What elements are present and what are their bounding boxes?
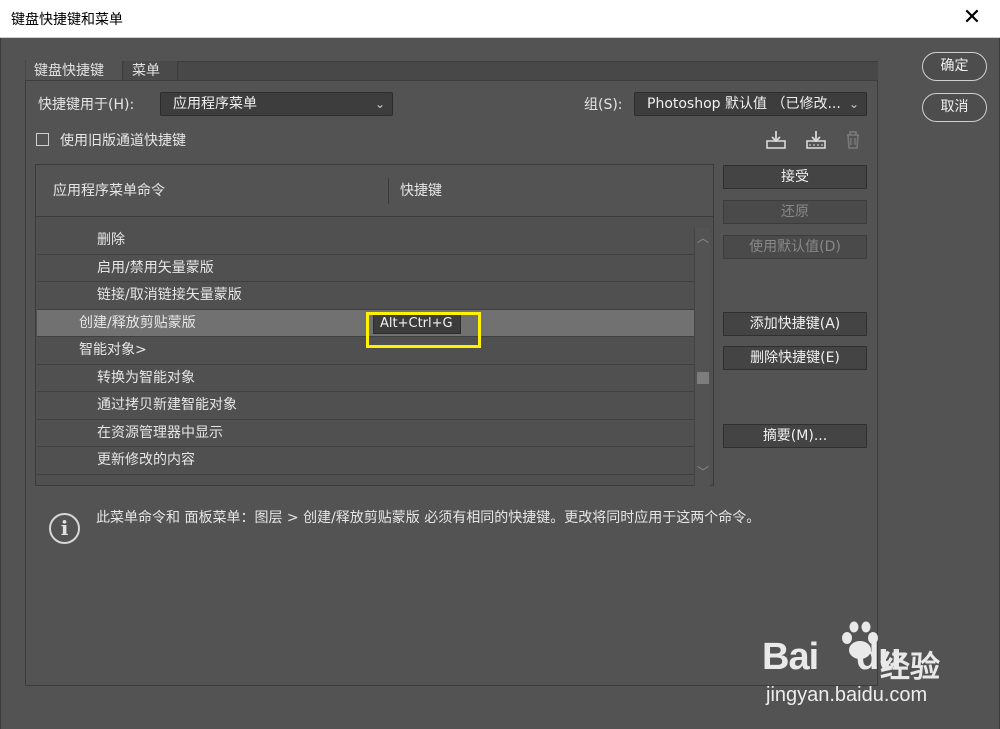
- trash-icon[interactable]: [841, 128, 865, 152]
- delete-shortcut-button[interactable]: 删除快捷键(E): [723, 346, 867, 370]
- tab-keyboard-shortcuts[interactable]: 键盘快捷键: [26, 61, 123, 81]
- table-row[interactable]: 更新修改的内容: [37, 447, 694, 475]
- use-default-button[interactable]: 使用默认值(D): [723, 235, 867, 259]
- scroll-thumb[interactable]: [697, 372, 709, 384]
- table-row[interactable]: 删除: [37, 227, 694, 255]
- info-icon: i: [49, 513, 80, 544]
- row-command: 在资源管理器中显示: [97, 424, 223, 441]
- row-command: 链接/取消链接矢量蒙版: [97, 287, 242, 303]
- shortcut-highlight-annotation: [366, 312, 481, 348]
- column-header-shortcut: 快捷键: [400, 183, 442, 199]
- shortcuts-for-label: 快捷键用于(H):: [38, 97, 135, 113]
- baidu-jingyan-watermark: Bai du 经验 jingyan.baidu.com: [762, 618, 992, 718]
- scroll-down-icon[interactable]: ﹀: [695, 466, 711, 478]
- row-command: 创建/释放剪贴蒙版: [79, 314, 196, 331]
- scroll-up-icon[interactable]: ︿: [695, 232, 711, 244]
- shortcuts-for-value: 应用程序菜单: [173, 96, 257, 112]
- legacy-channel-checkbox[interactable]: [36, 133, 49, 146]
- shortcuts-for-select[interactable]: 应用程序菜单 ⌄: [160, 92, 393, 116]
- chevron-down-icon: ⌄: [374, 97, 385, 111]
- row-command: 启用/禁用矢量蒙版: [97, 259, 214, 276]
- legacy-channel-label: 使用旧版通道快捷键: [60, 133, 186, 149]
- title-bar: 键盘快捷键和菜单 ✕: [0, 0, 1000, 38]
- tab-menus[interactable]: 菜单: [124, 61, 178, 81]
- save-set-as-icon[interactable]: [804, 128, 828, 152]
- window-title: 键盘快捷键和菜单: [11, 12, 123, 28]
- table-row[interactable]: 通过拷贝新建智能对象: [37, 392, 694, 420]
- table-rows: ... 删除启用/禁用矢量蒙版链接/取消链接矢量蒙版创建/释放剪贴蒙版Alt+C…: [37, 227, 694, 485]
- column-divider: [388, 178, 389, 204]
- table-row[interactable]: 链接/取消链接矢量蒙版: [37, 282, 694, 310]
- add-shortcut-button[interactable]: 添加快捷键(A): [723, 312, 867, 336]
- accept-button[interactable]: 接受: [723, 165, 867, 189]
- save-set-icon[interactable]: [764, 128, 788, 152]
- row-command: 删除: [97, 232, 125, 248]
- watermark-cn: 经验: [880, 650, 940, 685]
- table-row[interactable]: 转换为智能对象: [37, 365, 694, 392]
- row-command: 转换为智能对象: [97, 369, 195, 386]
- set-value: Photoshop 默认值 （已修改...: [647, 96, 841, 112]
- info-message: 此菜单命令和 面板菜单：图层 > 创建/释放剪贴蒙版 必须有相同的快捷键。更改将…: [96, 510, 761, 526]
- row-command: 通过拷贝新建智能对象: [97, 397, 237, 413]
- table-scrollbar[interactable]: ︿ ﹀: [694, 228, 710, 486]
- undo-button[interactable]: 还原: [723, 200, 867, 224]
- column-header-command: 应用程序菜单命令: [53, 183, 165, 199]
- ok-button[interactable]: 确定: [922, 52, 987, 81]
- table-row[interactable]: 在资源管理器中显示: [37, 420, 694, 447]
- close-icon[interactable]: ✕: [958, 4, 986, 32]
- set-select[interactable]: Photoshop 默认值 （已修改... ⌄: [634, 92, 867, 116]
- cancel-button[interactable]: 取消: [922, 93, 987, 122]
- chevron-down-icon: ⌄: [848, 97, 859, 111]
- set-label: 组(S):: [584, 97, 623, 113]
- table-header: 应用程序菜单命令 快捷键: [36, 165, 713, 217]
- summarize-button[interactable]: 摘要(M)...: [723, 424, 867, 448]
- row-command: 更新修改的内容: [97, 452, 195, 468]
- table-row[interactable]: 启用/禁用矢量蒙版: [37, 255, 694, 282]
- watermark-url: jingyan.baidu.com: [766, 684, 928, 706]
- row-command: 智能对象>: [79, 342, 147, 358]
